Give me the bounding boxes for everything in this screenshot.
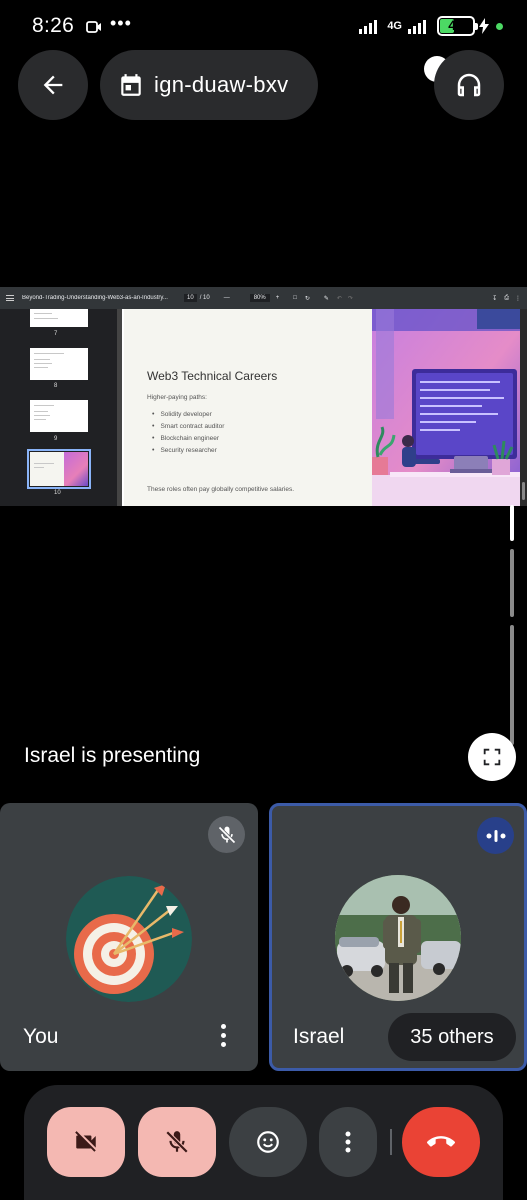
pdf-more-icon: ⋮	[515, 295, 521, 302]
meeting-code: ign-duaw-bxv	[154, 72, 289, 97]
more-vert-icon	[220, 1023, 226, 1029]
redo-icon: ↷	[347, 295, 353, 302]
download-icon: ↧	[492, 295, 498, 302]
battery-nub	[475, 23, 478, 30]
print-icon: ⎙	[504, 294, 509, 301]
zoom-in-icon: +	[275, 295, 280, 301]
emoji-icon	[257, 1131, 279, 1153]
more-vert-icon	[345, 1131, 351, 1153]
network-type: 4G	[387, 20, 402, 32]
fullscreen-icon	[483, 748, 501, 766]
slide-list-item: Solidity developer	[152, 408, 224, 420]
calendar-icon	[121, 74, 141, 96]
slide-list-item: Blockchain engineer	[152, 432, 224, 444]
thumbnail-page-8	[30, 348, 88, 380]
audio-output-button[interactable]	[434, 50, 504, 120]
pdf-scrollbar-thumb	[522, 482, 525, 500]
status-time: 8:26	[32, 14, 75, 37]
zoom-out-icon: —	[223, 295, 230, 301]
thumbnail-number: 8	[54, 383, 58, 389]
arrow-left-icon	[43, 75, 63, 95]
avatar-israel	[335, 875, 461, 1001]
back-button[interactable]	[18, 50, 88, 120]
signal-icon-2	[408, 20, 426, 34]
status-right: 4G 42	[358, 16, 503, 36]
mic-toggle-button[interactable]	[138, 1107, 216, 1177]
status-overflow-dots: •••	[110, 13, 132, 33]
slide-content: Web3 Technical Careers Higher-paying pat…	[124, 309, 372, 506]
mic-off-icon	[217, 825, 236, 844]
reactions-button[interactable]	[229, 1107, 307, 1177]
thumbnail-page-10	[27, 449, 91, 489]
pdf-file-name: Beyond-Trading-Understanding-Web3-as-an-…	[22, 295, 168, 301]
fit-page-icon: □	[293, 295, 297, 301]
thumbnail-page-7	[30, 309, 88, 327]
page-scrollbar[interactable]	[510, 505, 514, 745]
call-controls	[24, 1085, 503, 1200]
thumbnail-number: 9	[54, 436, 58, 442]
charging-icon	[479, 18, 489, 34]
camera-toggle-button[interactable]	[47, 1107, 125, 1177]
pdf-zoom: 80%	[249, 294, 270, 302]
audio-level-icon	[486, 829, 505, 842]
pdf-thumbnail-sidebar: 7 8 9 10	[0, 309, 118, 506]
slide-subtitle: Higher-paying paths:	[147, 394, 207, 401]
rotate-icon: ↻	[304, 295, 310, 302]
pdf-page-current: 10	[184, 294, 197, 302]
thumbnail-page-9	[30, 400, 88, 432]
presenter-label: Israel is presenting	[24, 744, 201, 767]
tile-more-button[interactable]	[208, 1018, 238, 1052]
videocam-off-icon	[75, 1131, 96, 1152]
meeting-info-button[interactable]: ign-duaw-bxv	[100, 50, 318, 120]
slide-list-item: Smart contract auditor	[152, 420, 224, 432]
pdf-toolbar: Beyond-Trading-Understanding-Web3-as-an-…	[0, 287, 527, 309]
headphones-icon	[457, 73, 481, 97]
undo-icon: ↶	[336, 295, 342, 302]
end-call-button[interactable]	[402, 1107, 480, 1177]
battery-level: 42	[448, 17, 464, 33]
participant-name: You	[23, 1025, 59, 1048]
video-status-icon	[86, 21, 101, 33]
participant-tile-you[interactable]: You	[0, 803, 258, 1071]
pdf-scrollbar	[520, 309, 527, 506]
more-options-button[interactable]	[319, 1107, 377, 1177]
pdf-page-total: / 10	[199, 295, 210, 301]
mic-muted-badge	[208, 816, 245, 853]
fullscreen-button[interactable]	[468, 733, 516, 781]
status-bar: 8:26 ••• 4G 42	[0, 0, 527, 56]
call-end-icon	[427, 1136, 455, 1147]
shared-screen: Beyond-Trading-Understanding-Web3-as-an-…	[0, 287, 527, 506]
avatar-you	[66, 876, 192, 1002]
others-button[interactable]: 35 others	[388, 1013, 516, 1061]
signal-icon	[359, 20, 378, 34]
annotate-icon: ✎	[323, 295, 329, 302]
thumbnail-number: 10	[54, 490, 61, 496]
controls-divider	[390, 1129, 392, 1155]
slide-title: Web3 Technical Careers	[147, 369, 278, 383]
privacy-dot	[496, 22, 503, 30]
speaking-indicator	[477, 817, 514, 854]
slide-footer: These roles often pay globally competiti…	[147, 486, 295, 493]
thumbnail-number: 7	[54, 331, 58, 337]
battery-icon: 42	[437, 16, 478, 36]
participant-tile-israel[interactable]: Israel 35 others	[269, 803, 527, 1071]
slide-list: Solidity developer Smart contract audito…	[152, 408, 224, 456]
mic-off-icon	[165, 1130, 189, 1154]
slide-list-item: Security researcher	[152, 444, 224, 456]
slide-illustration	[372, 309, 520, 506]
participant-name: Israel	[293, 1025, 345, 1048]
menu-icon	[6, 295, 14, 301]
sidebar-scrollbar	[117, 309, 122, 506]
